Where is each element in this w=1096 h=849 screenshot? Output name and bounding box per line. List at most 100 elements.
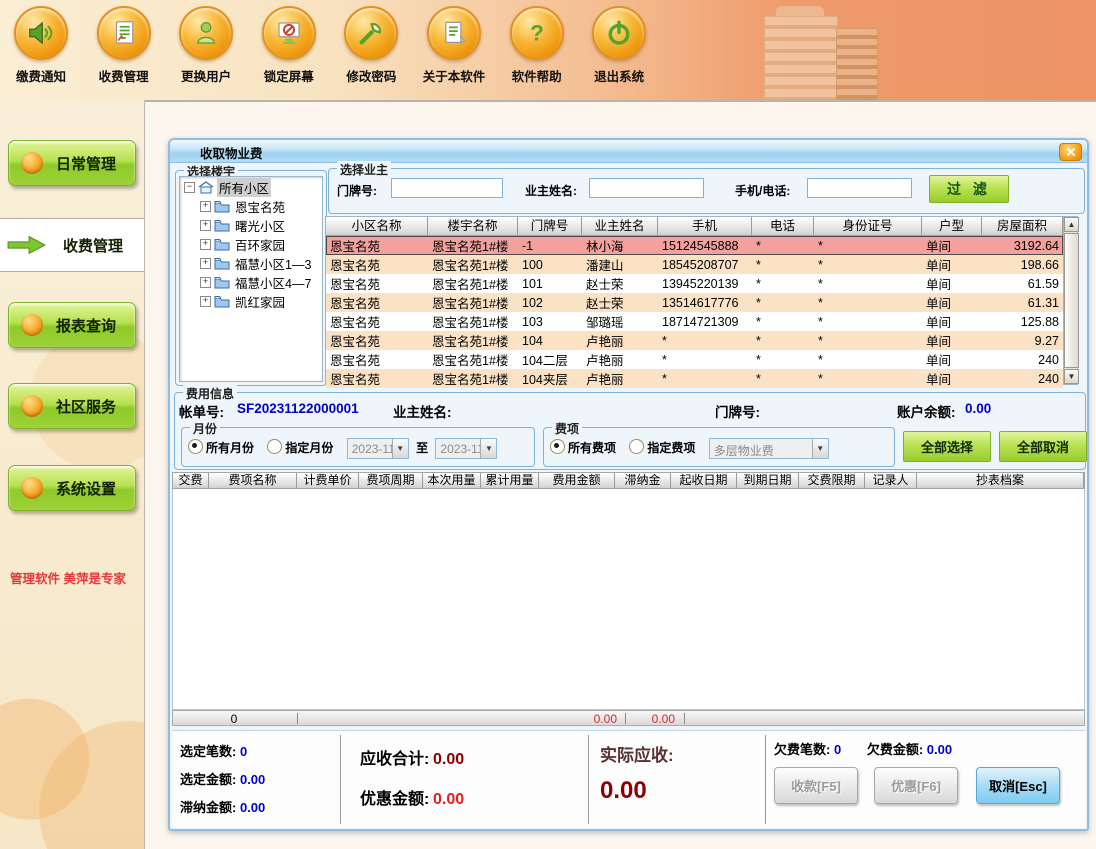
table-row[interactable]: 恩宝名苑恩宝名苑1#楼104二层卢艳丽***单间240 <box>326 350 1063 369</box>
month-to-select[interactable]: 2023-11▼ <box>435 438 497 459</box>
specified-fee-radio[interactable] <box>629 439 644 454</box>
fees-column-header[interactable]: 费项周期 <box>359 473 423 488</box>
fees-column-header[interactable]: 累计用量 <box>481 473 539 488</box>
collapse-icon[interactable]: − <box>184 182 195 193</box>
toolbar-item-wrench[interactable]: 修改密码 <box>332 6 410 85</box>
column-header[interactable]: 小区名称 <box>326 217 428 235</box>
month-group: 月份 所有月份 指定月份 2023-11▼ 至 2023-11▼ <box>181 427 535 467</box>
selected-amount-value: 0.00 <box>240 772 265 787</box>
column-header[interactable]: 手机 <box>658 217 752 235</box>
owner-name-input[interactable] <box>589 178 704 198</box>
switch-user-icon <box>179 6 233 60</box>
cell: 恩宝名苑1#楼 <box>428 331 518 350</box>
tree-item-3[interactable]: +百环家园 <box>180 235 322 253</box>
expand-icon[interactable]: + <box>200 239 211 250</box>
cell: -1 <box>518 239 582 253</box>
select-all-button[interactable]: 全部选择 <box>903 431 991 462</box>
phone-input[interactable] <box>807 178 912 198</box>
expand-icon[interactable]: + <box>200 201 211 212</box>
tree-item-1[interactable]: +恩宝名苑 <box>180 197 322 215</box>
all-fees-radio[interactable] <box>550 439 565 454</box>
sidebar-item-2[interactable]: 收费管理 <box>0 218 144 272</box>
tree-root-all-communities[interactable]: −所有小区 <box>180 178 322 196</box>
sidebar: 管理软件 美萍是专家 日常管理收费管理报表查询社区服务系统设置 <box>0 100 145 849</box>
building-decoration <box>758 2 883 98</box>
expand-icon[interactable]: + <box>200 258 211 269</box>
cell: * <box>752 296 814 310</box>
table-row[interactable]: 恩宝名苑恩宝名苑1#楼103邹璐瑶18714721309**单间125.88 <box>326 312 1063 331</box>
expand-icon[interactable]: + <box>200 277 211 288</box>
toolbar-item-help[interactable]: ?软件帮助 <box>498 6 576 85</box>
tree-item-2[interactable]: +曙光小区 <box>180 216 322 234</box>
owners-table: 小区名称楼宇名称门牌号业主姓名手机电话身份证号户型房屋面积恩宝名苑恩宝名苑1#楼… <box>325 216 1078 385</box>
chevron-down-icon: ▼ <box>392 439 408 458</box>
fees-column-header[interactable]: 交费限期 <box>799 473 865 488</box>
status-amount: 0.00 <box>557 712 617 726</box>
table-row[interactable]: 恩宝名苑恩宝名苑1#楼-1林小海15124545888**单间3192.64 <box>326 236 1063 255</box>
fees-column-header[interactable]: 费项名称 <box>209 473 297 488</box>
filter-button[interactable]: 过 滤 <box>929 175 1009 203</box>
fees-column-header[interactable]: 到期日期 <box>737 473 799 488</box>
close-icon[interactable] <box>1059 143 1082 161</box>
table-row[interactable]: 恩宝名苑恩宝名苑1#楼102赵士荣13514617776**单间61.31 <box>326 293 1063 312</box>
deselect-all-button[interactable]: 全部取消 <box>999 431 1087 462</box>
fees-column-header[interactable]: 费用金额 <box>539 473 615 488</box>
fees-column-header[interactable]: 记录人 <box>865 473 917 488</box>
fees-column-header[interactable]: 抄表档案 <box>917 473 1084 488</box>
tree-item-4[interactable]: +福慧小区1—3 <box>180 254 322 272</box>
sidebar-item-3[interactable]: 报表查询 <box>8 302 136 348</box>
dialog-titlebar[interactable]: 收取物业费 <box>170 140 1087 163</box>
door-no-input[interactable] <box>391 178 503 198</box>
toolbar-item-power[interactable]: 退出系统 <box>580 6 658 85</box>
owners-table-scrollbar[interactable]: ▲ ▼ <box>1063 217 1077 384</box>
fees-column-header[interactable]: 起收日期 <box>671 473 737 488</box>
column-header[interactable]: 电话 <box>752 217 814 235</box>
cell: 恩宝名苑 <box>326 293 428 312</box>
fees-column-header[interactable]: 计费单价 <box>297 473 359 488</box>
toolbar-item-about-doc[interactable]: 关于本软件 <box>415 6 493 85</box>
fees-column-header[interactable]: 滞纳金 <box>615 473 671 488</box>
scroll-thumb[interactable] <box>1064 233 1079 368</box>
specified-month-radio[interactable] <box>267 439 282 454</box>
column-header[interactable]: 楼宇名称 <box>428 217 518 235</box>
column-header[interactable]: 身份证号 <box>814 217 922 235</box>
month-from-select[interactable]: 2023-11▼ <box>347 438 409 459</box>
cell: 102 <box>518 296 582 310</box>
column-header[interactable]: 门牌号 <box>518 217 582 235</box>
expand-icon[interactable]: + <box>200 220 211 231</box>
sidebar-item-4[interactable]: 社区服务 <box>8 383 136 429</box>
expand-icon[interactable]: + <box>200 296 211 307</box>
column-header[interactable]: 房屋面积 <box>982 217 1063 235</box>
table-row[interactable]: 恩宝名苑恩宝名苑1#楼101赵士荣13945220139**单间61.59 <box>326 274 1063 293</box>
cell: * <box>752 239 814 253</box>
discount-button[interactable]: 优惠[F6] <box>874 767 958 804</box>
toolbar-item-switch-user[interactable]: 更换用户 <box>167 6 245 85</box>
sidebar-item-1[interactable]: 日常管理 <box>8 140 136 186</box>
table-row[interactable]: 恩宝名苑恩宝名苑1#楼104夹层卢艳丽***单间240 <box>326 369 1063 388</box>
column-header[interactable]: 户型 <box>922 217 982 235</box>
tree-item-5[interactable]: +福慧小区4—7 <box>180 273 322 291</box>
all-months-radio[interactable] <box>188 439 203 454</box>
cancel-button[interactable]: 取消[Esc] <box>976 767 1060 804</box>
table-row[interactable]: 恩宝名苑恩宝名苑1#楼104卢艳丽***单间9.27 <box>326 331 1063 350</box>
scroll-up-icon[interactable]: ▲ <box>1064 217 1079 232</box>
fee-type-select[interactable]: 多层物业费▼ <box>709 438 829 459</box>
cell: 101 <box>518 277 582 291</box>
pay-button[interactable]: 收款[F5] <box>774 767 858 804</box>
tree-item-6[interactable]: +凯红家园 <box>180 292 322 310</box>
sidebar-item-5[interactable]: 系统设置 <box>8 465 136 511</box>
toolbar-item-fee-doc[interactable]: 收费管理 <box>85 6 163 85</box>
cell: * <box>658 372 752 386</box>
fees-column-header[interactable]: 本次用量 <box>423 473 481 488</box>
dialog-title: 收取物业费 <box>200 143 263 162</box>
toolbar-item-speaker[interactable]: 缴费通知 <box>2 6 80 85</box>
arrears-count-value: 0 <box>834 742 841 757</box>
cell: 恩宝名苑1#楼 <box>428 255 518 274</box>
fees-column-header[interactable]: 交费 <box>173 473 209 488</box>
table-row[interactable]: 恩宝名苑恩宝名苑1#楼100潘建山18545208707**单间198.66 <box>326 255 1063 274</box>
toolbar-item-lock-screen[interactable]: 锁定屏幕 <box>250 6 328 85</box>
scroll-down-icon[interactable]: ▼ <box>1064 369 1079 384</box>
column-header[interactable]: 业主姓名 <box>582 217 658 235</box>
cell: 18714721309 <box>658 315 752 329</box>
slogan-text: 管理软件 美萍是专家 <box>10 568 140 587</box>
